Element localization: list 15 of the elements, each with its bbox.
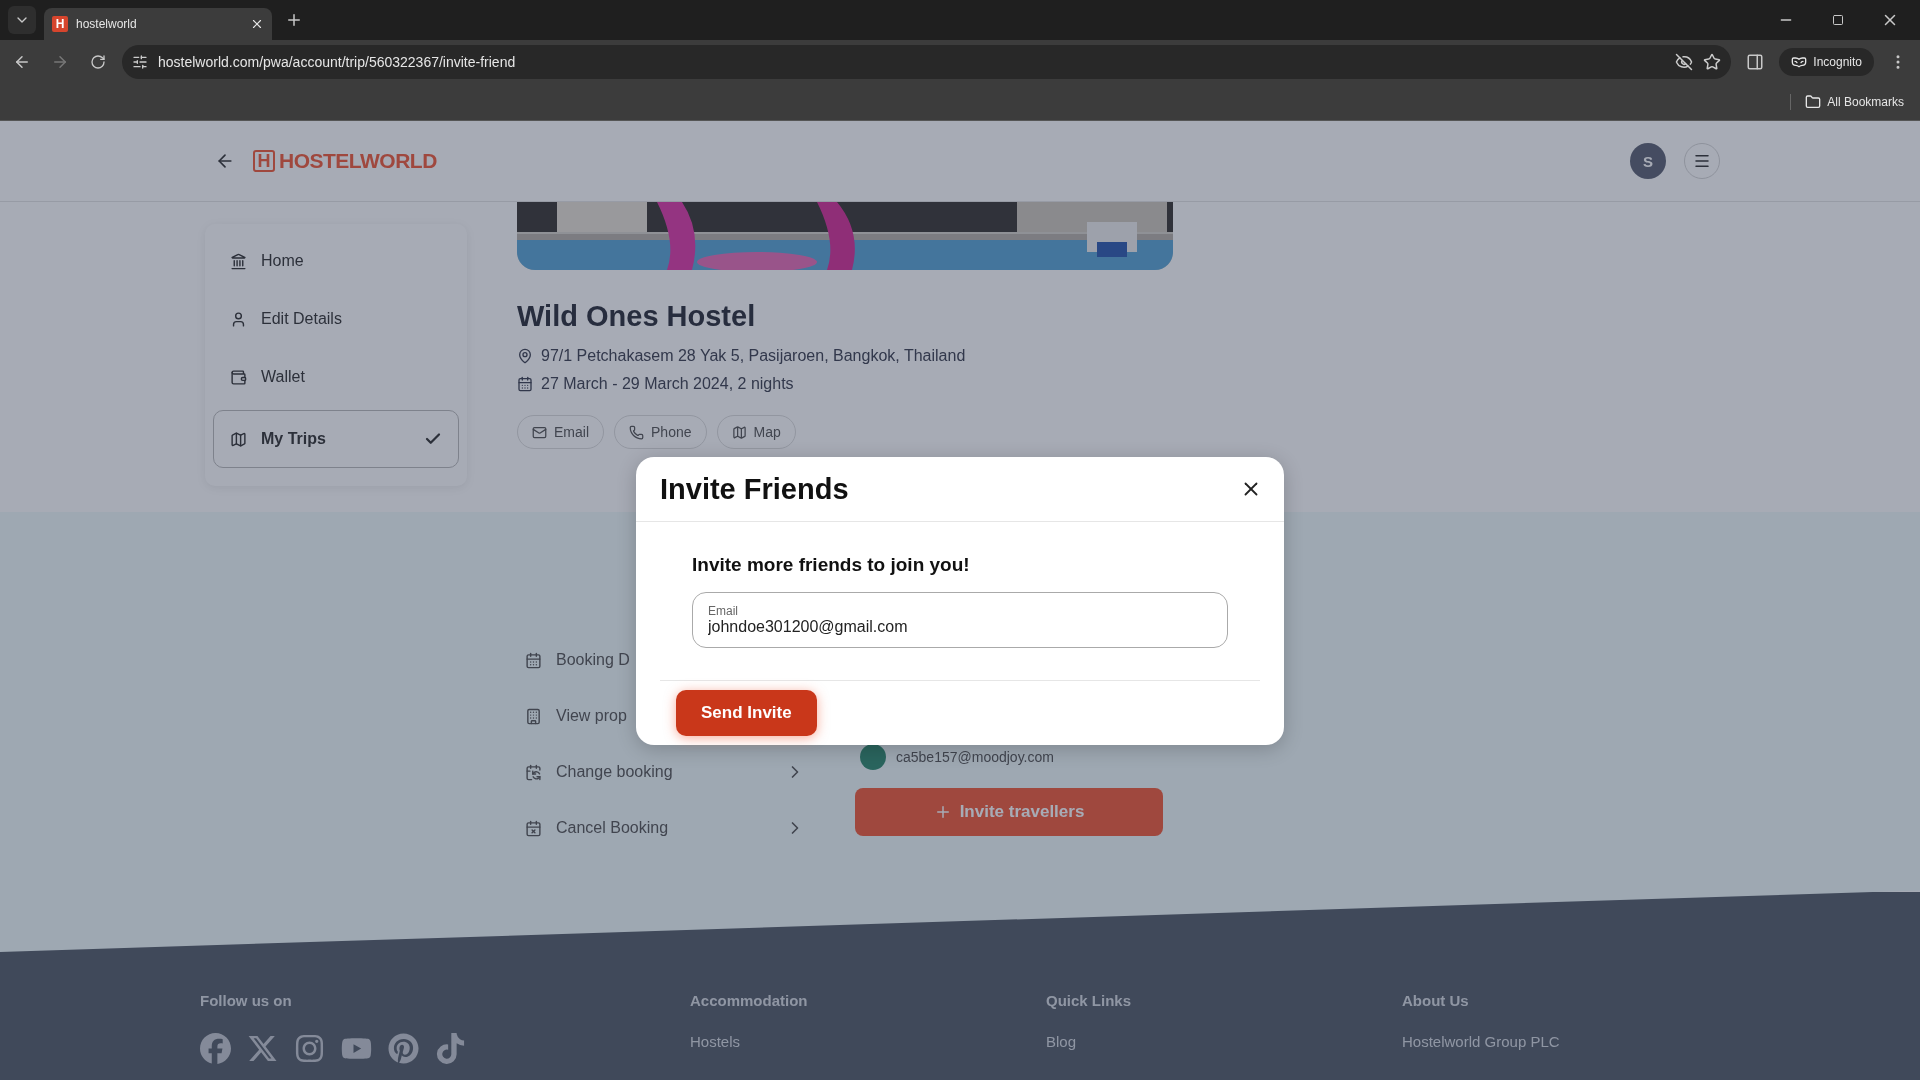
stay-dates: 27 March - 29 March 2024, 2 nights <box>541 375 794 393</box>
logo-mark: H <box>253 150 275 172</box>
favicon: H <box>52 16 68 32</box>
field-label: Email <box>708 604 739 618</box>
traveller-email: ca5be157@moodjoy.com <box>896 749 1054 765</box>
logo: HOSTELWORLD <box>279 149 437 173</box>
tab-title: hostelworld <box>76 17 138 31</box>
footer-heading: Follow us on <box>200 992 293 1009</box>
hostel-name: Wild Ones Hostel <box>517 300 757 333</box>
dialog-title: Invite Friends <box>660 472 850 506</box>
footer-heading: About Us <box>1402 992 1470 1009</box>
footer-heading: Accommodation <box>690 992 809 1009</box>
hostel-address: 97/1 Petchakasem 28 Yak 5, Pasijaroen, Bangkok, Thailand <box>541 347 966 365</box>
dialog-subtitle: Invite more friends to join you! <box>692 554 971 576</box>
footer-heading: Quick Links <box>1046 992 1133 1009</box>
